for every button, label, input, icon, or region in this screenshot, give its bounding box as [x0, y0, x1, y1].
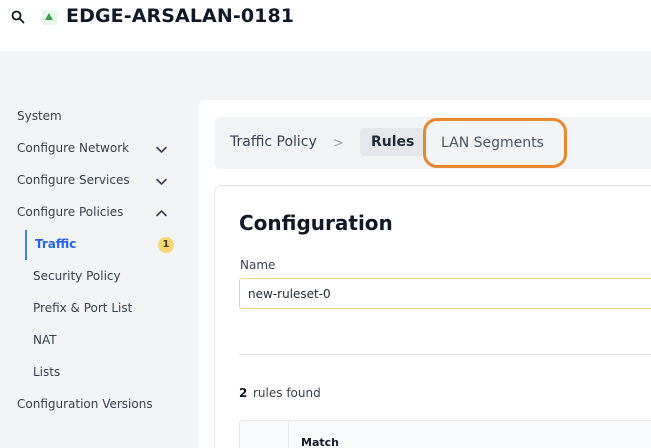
divider: [239, 354, 651, 355]
chevron-down-icon[interactable]: [155, 175, 168, 188]
name-label: Name: [240, 258, 276, 272]
table-column-divider: [288, 421, 289, 448]
configuration-title: Configuration: [239, 211, 393, 235]
traffic-count-badge: 1: [158, 237, 174, 253]
device-status-icon: [42, 10, 57, 25]
chevron-up-icon[interactable]: [155, 207, 168, 220]
sidebar-item-configure-policies[interactable]: Configure Policies: [17, 205, 123, 219]
tab-traffic-policy[interactable]: Traffic Policy: [230, 134, 317, 150]
sidebar-item-configuration-versions[interactable]: Configuration Versions: [17, 397, 153, 411]
search-icon[interactable]: [11, 10, 25, 24]
sidebar-item-lists[interactable]: Lists: [33, 365, 60, 379]
column-header-match[interactable]: Match: [301, 436, 339, 448]
sidebar-item-security-policy[interactable]: Security Policy: [33, 269, 121, 283]
sidebar-item-configure-services[interactable]: Configure Services: [17, 173, 130, 187]
chevron-down-icon[interactable]: [155, 143, 168, 156]
tab-rules[interactable]: Rules: [360, 128, 426, 156]
sidebar-item-configure-network[interactable]: Configure Network: [17, 141, 129, 155]
sidebar-item-system[interactable]: System: [17, 109, 62, 123]
device-title: EDGE-ARSALAN-0181: [66, 5, 295, 27]
top-bar: EDGE-ARSALAN-0181: [0, 0, 651, 51]
sidebar-item-traffic[interactable]: Traffic: [35, 237, 76, 251]
sidebar-item-prefix-port-list[interactable]: Prefix & Port List: [33, 301, 132, 315]
breadcrumb-separator: >: [333, 136, 344, 151]
rules-count: 2: [239, 386, 248, 400]
tab-lan-segments[interactable]: LAN Segments: [423, 118, 567, 168]
active-indicator: [25, 230, 27, 260]
name-input[interactable]: [239, 278, 651, 309]
sidebar-item-nat[interactable]: NAT: [33, 333, 57, 347]
rules-found-label: rules found: [253, 386, 321, 400]
